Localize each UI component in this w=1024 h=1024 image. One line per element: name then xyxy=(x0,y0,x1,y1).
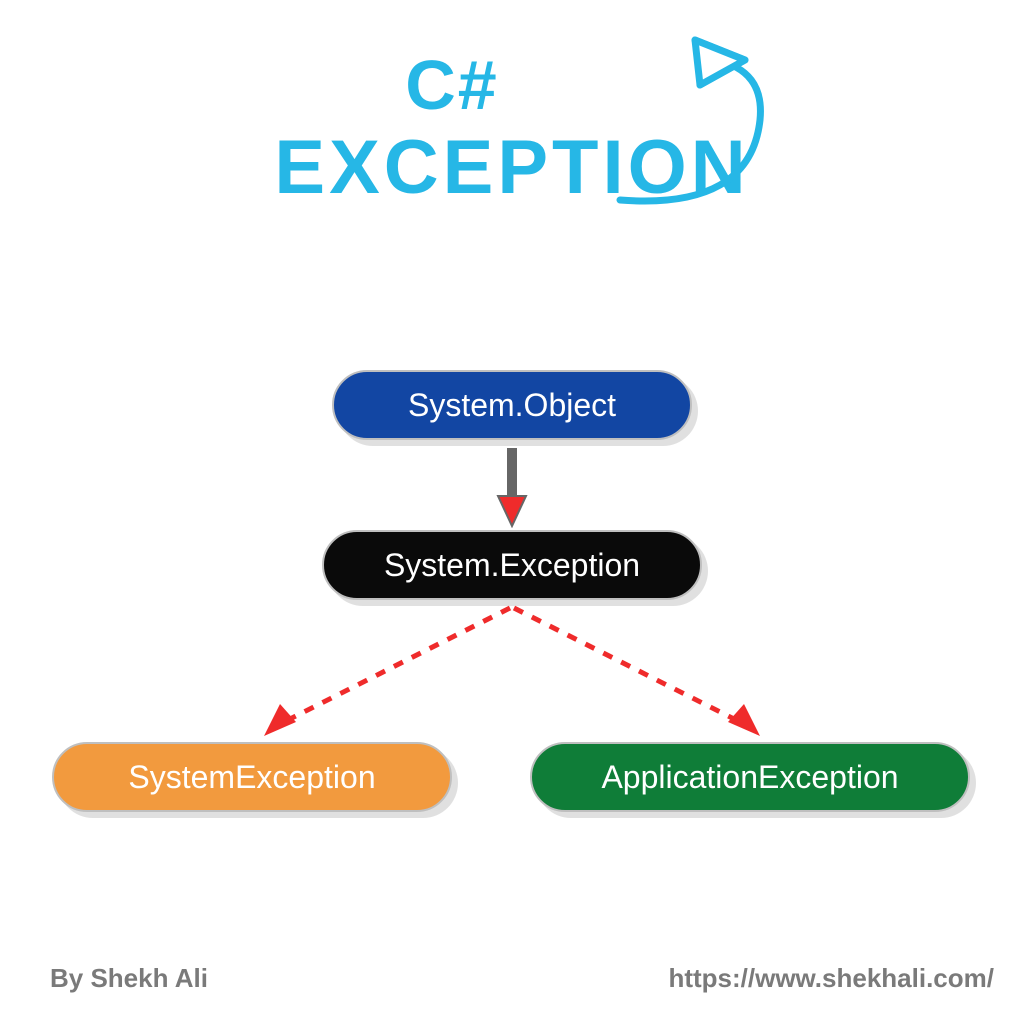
title-line-2: EXCEPTION xyxy=(0,130,1024,206)
node-system-object: System.Object xyxy=(332,370,692,440)
node-system-exception-leaf: SystemException xyxy=(52,742,452,812)
node-label: System.Exception xyxy=(384,547,640,584)
node-label: ApplicationException xyxy=(601,759,898,796)
footer-url: https://www.shekhali.com/ xyxy=(668,963,994,994)
node-label: System.Object xyxy=(408,387,616,424)
node-system-exception: System.Exception xyxy=(322,530,702,600)
node-label: SystemException xyxy=(128,759,375,796)
dashed-arrow-right-icon xyxy=(504,604,764,744)
diagram-title: C# EXCEPTION xyxy=(0,50,1024,206)
arrow-down-icon xyxy=(496,448,528,528)
loop-arrow-icon xyxy=(600,30,800,230)
title-line-1: C# xyxy=(405,50,498,120)
dashed-arrow-left-icon xyxy=(260,604,520,744)
node-application-exception: ApplicationException xyxy=(530,742,970,812)
footer-author: By Shekh Ali xyxy=(50,963,208,994)
